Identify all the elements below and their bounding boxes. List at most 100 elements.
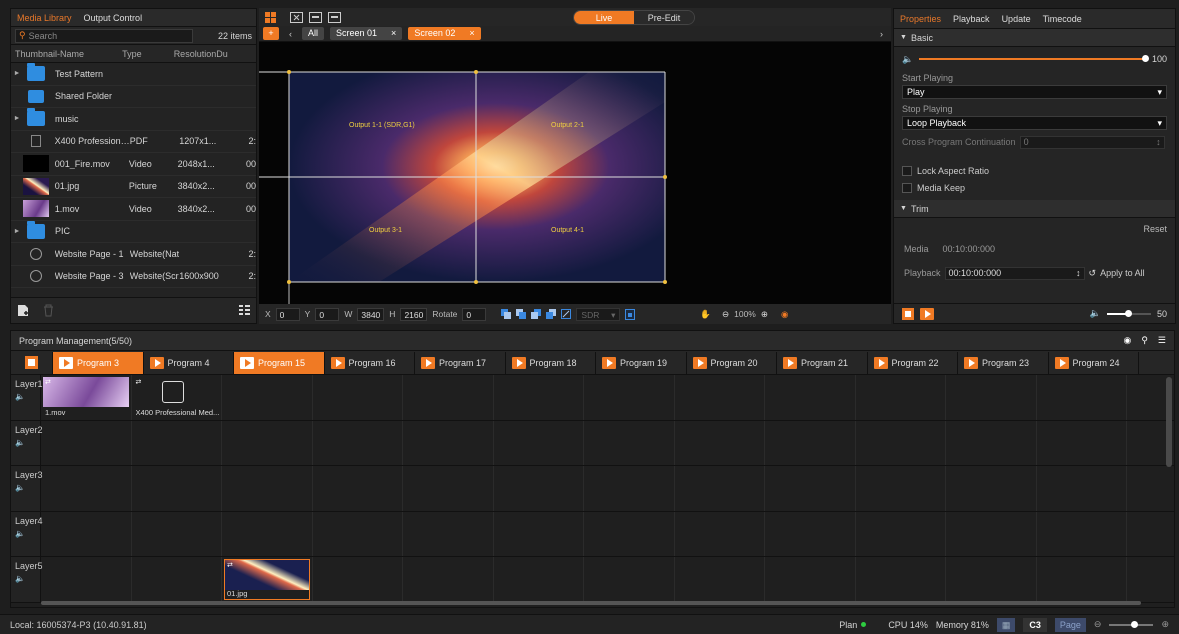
program-clip[interactable]: ⇄ 01.jpg — [224, 559, 310, 600]
program-cell[interactable] — [946, 375, 1037, 420]
scroll-right-icon[interactable]: › — [880, 29, 883, 39]
playback-time-field[interactable]: 00:10:00:000 ↕ — [944, 266, 1085, 280]
stop-playing-select[interactable]: Loop Playback ▾ — [902, 116, 1167, 130]
speaker-icon[interactable]: 🔈 — [15, 438, 40, 447]
align-icon[interactable] — [516, 309, 527, 319]
sdr-select[interactable]: SDR ▾ — [576, 307, 621, 321]
expand-arrow-icon[interactable]: ► — [11, 115, 23, 122]
close-screen-icon[interactable] — [290, 11, 303, 23]
program-tab[interactable]: Program 16 — [325, 351, 415, 374]
reset-button[interactable]: Reset — [894, 218, 1175, 240]
layer-label[interactable]: Layer1 🔈 — [11, 375, 43, 420]
zoom-in-icon[interactable]: ⊕ — [761, 309, 768, 320]
program-tab[interactable]: Program 19 — [596, 351, 687, 374]
program-cell[interactable] — [1037, 420, 1127, 465]
program-tab[interactable]: Program 3 — [53, 351, 144, 374]
program-cell[interactable] — [494, 557, 584, 602]
program-tab[interactable]: Program 4 — [144, 351, 234, 374]
program-cell[interactable] — [675, 511, 765, 556]
height-field[interactable]: 2160 — [400, 307, 428, 321]
screen-canvas[interactable]: Output 1-1 (SDR,G1) Output 2-1 Output 3-… — [259, 42, 891, 304]
program-cell[interactable] — [222, 466, 313, 511]
align-icon[interactable] — [501, 309, 512, 319]
x-field[interactable]: 0 — [275, 307, 300, 321]
program-tab[interactable]: Program 15 — [234, 351, 325, 374]
program-tab[interactable]: Program 20 — [687, 351, 777, 374]
media-item[interactable]: X400 Professiona... PDF 1207x1... 2: — [11, 131, 256, 153]
layer-label[interactable]: Layer4 🔈 — [11, 511, 43, 556]
program-cell[interactable] — [584, 557, 675, 602]
live-button[interactable]: Live — [574, 10, 634, 24]
program-cell[interactable] — [313, 511, 403, 556]
tab-properties[interactable]: Properties — [894, 11, 947, 27]
add-screen-button[interactable]: + — [263, 27, 279, 40]
program-cell[interactable] — [313, 557, 403, 602]
program-cell[interactable] — [856, 466, 946, 511]
program-tab[interactable]: Program 22 — [868, 351, 958, 374]
media-item[interactable]: ► Test Pattern — [11, 63, 256, 86]
program-cell[interactable] — [765, 557, 856, 602]
cross-program-field[interactable]: 0 ↕ — [1019, 135, 1165, 149]
program-cell[interactable] — [765, 375, 856, 420]
program-cell[interactable] — [313, 466, 403, 511]
program-cell[interactable] — [1037, 511, 1127, 556]
text-icon[interactable] — [309, 11, 322, 23]
volume-slider[interactable] — [919, 55, 1149, 62]
screen-tab-all[interactable]: All — [302, 27, 325, 40]
timeline-zoom-slider[interactable] — [1109, 620, 1154, 628]
program-tab[interactable]: Program 17 — [415, 351, 506, 374]
speaker-icon[interactable]: 🔈 — [15, 483, 40, 492]
program-cell[interactable] — [403, 557, 494, 602]
col-thumbnail-name[interactable]: Thumbnail-Name — [11, 49, 122, 59]
scroll-left-icon[interactable]: ‹ — [285, 29, 296, 39]
fullscreen-icon[interactable] — [561, 309, 572, 319]
stop-button[interactable] — [902, 307, 914, 320]
align-icon[interactable] — [546, 309, 557, 319]
stop-all-button[interactable] — [11, 351, 53, 374]
output-volume-knob[interactable] — [1124, 309, 1132, 317]
speaker-icon[interactable]: 🔈 — [15, 392, 40, 401]
target-icon[interactable]: ◉ — [1123, 335, 1131, 346]
program-cell[interactable] — [765, 466, 856, 511]
tab-timecode[interactable]: Timecode — [1037, 11, 1088, 27]
plan-label[interactable]: Plan — [839, 620, 857, 630]
fit-screen-icon[interactable]: ◉ — [781, 309, 788, 320]
program-cell[interactable] — [946, 466, 1037, 511]
zoom-in-icon[interactable]: ⊕ — [1161, 619, 1169, 630]
program-cell[interactable] — [584, 466, 675, 511]
page-button[interactable]: Page — [1054, 617, 1086, 632]
program-cell[interactable] — [946, 511, 1037, 556]
program-cell[interactable] — [584, 420, 675, 465]
lock-icon[interactable] — [625, 308, 636, 320]
location-pin-icon[interactable]: ⚲ — [1141, 335, 1148, 346]
y-field[interactable]: 0 — [315, 307, 340, 321]
program-tab[interactable]: Program 18 — [506, 351, 596, 374]
program-cell[interactable]: ⇄ X400 Professional Med... — [132, 375, 222, 420]
expand-arrow-icon[interactable]: ► — [11, 228, 23, 235]
program-clip[interactable]: ⇄ X400 Professional Med... — [134, 377, 220, 418]
calendar-icon[interactable]: ▦ — [996, 617, 1016, 632]
program-cell[interactable] — [1037, 375, 1127, 420]
hand-icon[interactable]: ✋ — [700, 309, 711, 320]
program-cell[interactable] — [856, 375, 946, 420]
program-cell[interactable] — [313, 420, 403, 465]
program-cell[interactable] — [765, 420, 856, 465]
media-item[interactable]: Website Page - 1 Website(Nat... 2: — [11, 243, 256, 266]
program-cell[interactable] — [222, 420, 313, 465]
program-tab[interactable]: Program 23 — [958, 351, 1049, 374]
layer-label[interactable]: Layer3 🔈 — [11, 466, 43, 511]
zoom-out-icon[interactable]: ⊖ — [722, 309, 729, 320]
program-tab[interactable]: Program 21 — [777, 351, 868, 374]
slider-knob[interactable] — [1131, 620, 1139, 628]
align-icon[interactable] — [531, 309, 542, 319]
search-input[interactable]: ⚲ Search — [15, 28, 193, 43]
program-cell[interactable] — [41, 511, 132, 556]
tab-playback[interactable]: Playback — [947, 11, 996, 27]
speaker-icon[interactable]: 🔈 — [15, 574, 40, 583]
program-cell[interactable] — [494, 466, 584, 511]
media-item[interactable]: 1.mov Video 3840x2... 00 — [11, 198, 256, 221]
program-cell[interactable] — [403, 466, 494, 511]
program-cell[interactable] — [856, 420, 946, 465]
play-button[interactable] — [920, 307, 934, 320]
expand-arrow-icon[interactable]: ► — [11, 70, 23, 77]
